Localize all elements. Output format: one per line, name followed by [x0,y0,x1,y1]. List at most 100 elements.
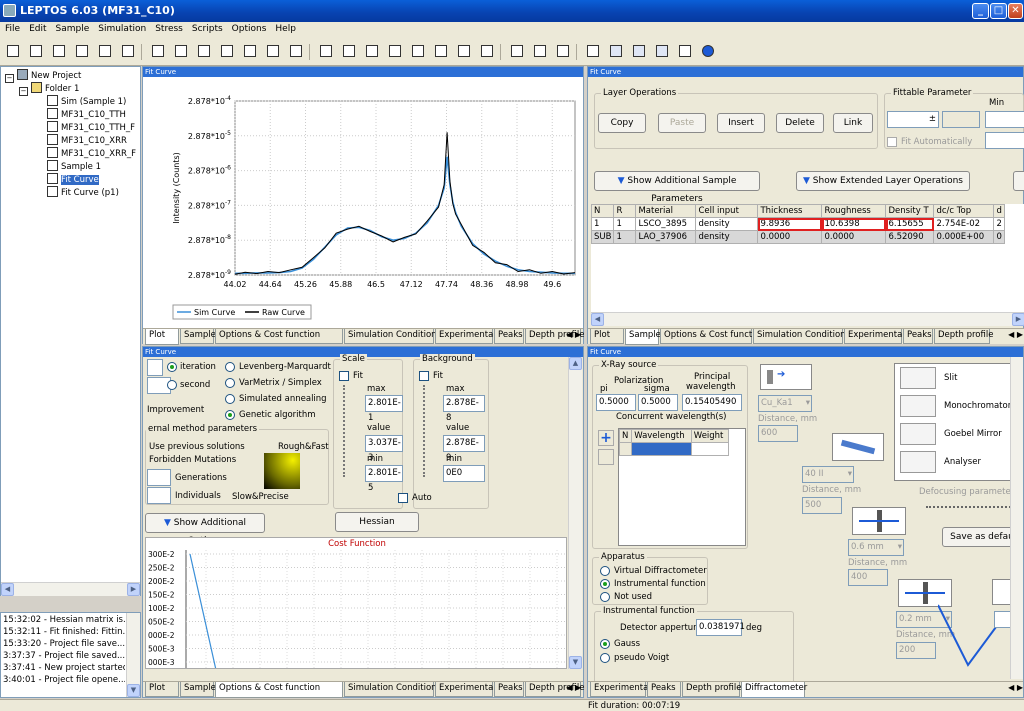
fit-run-icon[interactable] [409,42,427,60]
slit-icon-1[interactable] [852,507,906,535]
options-vscrollbar[interactable]: ▲ ▼ [568,357,582,669]
column-header-cell-input[interactable]: Cell input [695,204,759,218]
diffractometer-vscrollbar[interactable] [1010,357,1023,679]
table-hscrollbar[interactable]: ◀ ▶ [591,312,1024,326]
tab-scroll-arrows[interactable]: ◀ ▶ [566,683,581,692]
menu-scripts[interactable]: Scripts [187,22,227,34]
export-icon[interactable] [96,42,114,60]
detector-field[interactable]: 0.0381971 [696,619,745,636]
individuals-field[interactable] [147,487,171,504]
apparatus-radio-instrumental-function[interactable] [600,579,610,589]
truncated-button[interactable] [1013,171,1024,191]
tab-sample[interactable]: Sample [180,329,216,344]
tree-item-mf31-c10-xrr-f[interactable]: MF31_C10_XRR_F [47,147,136,160]
menu-options[interactable]: Options [227,22,271,34]
tab-sample[interactable]: Sample [180,682,216,697]
tree-item-mf31-c10-tth-f[interactable]: MF31_C10_TTH_F [47,121,135,134]
tree-folder[interactable]: − Folder 1 [19,82,79,96]
distance-field-3[interactable]: 400 [848,569,888,586]
column-header-roughness[interactable]: Roughness [821,204,887,218]
save-icon[interactable] [50,42,68,60]
table-cell[interactable] [631,442,692,456]
tab-experimental[interactable]: Experimental [435,682,496,697]
copy-button[interactable]: Copy [598,113,646,133]
table-cell[interactable]: 6.52090 [885,230,935,244]
scroll-right-icon[interactable]: ▶ [1012,313,1024,326]
column-header-r[interactable]: R [613,204,637,218]
source-icon[interactable]: ➔ [760,364,812,390]
table-cell[interactable]: SUB [591,230,615,244]
distance-field-4[interactable]: 200 [896,642,936,659]
table-cell[interactable]: 1 [613,217,637,231]
table-cell[interactable]: 0.000E+00 [933,230,995,244]
tab-plot[interactable]: Plot [145,682,179,697]
table-row[interactable]: SUB 1 LAO_37906 density 0.0000 0.0000 6.52090 0… [591,230,1005,244]
tab-peaks[interactable]: Peaks [494,329,524,344]
tab-peaks[interactable]: Peaks [494,682,524,697]
second-radio[interactable] [167,380,177,390]
menu-simulation[interactable]: Simulation [93,22,150,34]
collapse-icon[interactable]: − [5,74,14,83]
table-cell[interactable] [690,442,730,456]
tree-item-mf31-c10-tth[interactable]: MF31_C10_TTH [47,108,126,121]
tree-root[interactable]: − New Project [5,69,81,83]
tab-scroll-arrows[interactable]: ◀ ▶ [566,330,581,339]
generations-field[interactable] [147,469,171,486]
tab-simulation-conditions[interactable]: Simulation Conditions [344,682,441,697]
background-min-field[interactable]: 0E0 [443,465,485,482]
column-header-dc-c-top[interactable]: dc/c Top [933,204,995,218]
auto-checkbox[interactable] [398,493,408,503]
log-scrollbar[interactable]: ▼ [126,613,140,697]
wavelength-field[interactable]: 0.15405490 [682,394,742,411]
remove-wavelength-button[interactable] [598,449,614,465]
scale-slider[interactable] [343,385,349,477]
layout-3-icon[interactable] [653,42,671,60]
tree-hscrollbar[interactable]: ◀ ▶ [1,582,140,596]
document-icon[interactable] [172,42,190,60]
tab-simulation-conditions[interactable]: Simulation Conditions [753,329,850,344]
tab-diffractometer[interactable]: Diffractometer [741,682,807,697]
layout-2-icon[interactable] [630,42,648,60]
layout-1-icon[interactable] [607,42,625,60]
gear-icon[interactable] [218,42,236,60]
method-radio-levenberg-marquardt[interactable] [225,362,235,372]
chevron-down-icon[interactable]: ▾ [806,396,810,411]
tab-sample[interactable]: Sample [625,329,661,345]
source-select[interactable]: Cu_Ka1 ▾ [758,395,812,412]
tree-item-sim-sample-1[interactable]: Sim (Sample 1) [47,95,126,108]
tab-experimental[interactable]: Experimental [435,329,496,344]
collapse-icon[interactable]: − [19,87,28,96]
play-icon[interactable] [531,42,549,60]
tool-icon[interactable] [317,42,335,60]
new-icon[interactable] [4,42,22,60]
hessian-button[interactable]: Hessian [335,512,419,532]
spin-icon[interactable]: ± [929,112,936,127]
table-cell[interactable]: 9.8936 [757,217,823,231]
tree-item-fit-curve[interactable]: Fit Curve [47,173,99,186]
close-button[interactable]: ✕ [1008,3,1023,19]
layer-icon[interactable] [241,42,259,60]
table-cell[interactable]: 0.0000 [821,230,887,244]
table-cell[interactable]: density [695,217,759,231]
background-slider[interactable] [423,385,429,477]
save-all-icon[interactable] [119,42,137,60]
table-cell[interactable]: 1 [591,217,615,231]
gauss-radio[interactable] [600,639,610,649]
stack-icon[interactable] [340,42,358,60]
column-header-d[interactable]: d [993,204,1005,218]
table-cell[interactable]: 6.15655 [885,217,935,231]
table-row[interactable]: 1 1 LSCO_3895 density 9.8936 10.6398 6.15655 2.… [591,217,1005,231]
tab-simulation-conditions[interactable]: Simulation Conditions [344,329,441,344]
background-max-field[interactable]: 2.878E-8 [443,395,485,423]
scroll-up-icon[interactable]: ▲ [569,357,582,370]
crystal-select[interactable]: 40 II ▾ [802,466,854,483]
show-additional-sample-button[interactable]: ▼ Show Additional Sample Parameters [594,171,760,204]
tab-depth-profile[interactable]: Depth profile [934,329,993,344]
fittable-aux-field[interactable] [942,111,980,128]
scroll-down-icon[interactable]: ▼ [127,684,140,697]
column-header-density-t[interactable]: Density T [885,204,935,218]
tab-plot[interactable]: Plot [590,329,624,344]
tab-experimental[interactable]: Experimental [844,329,905,344]
folder-icon[interactable] [149,42,167,60]
pause-icon[interactable] [554,42,572,60]
